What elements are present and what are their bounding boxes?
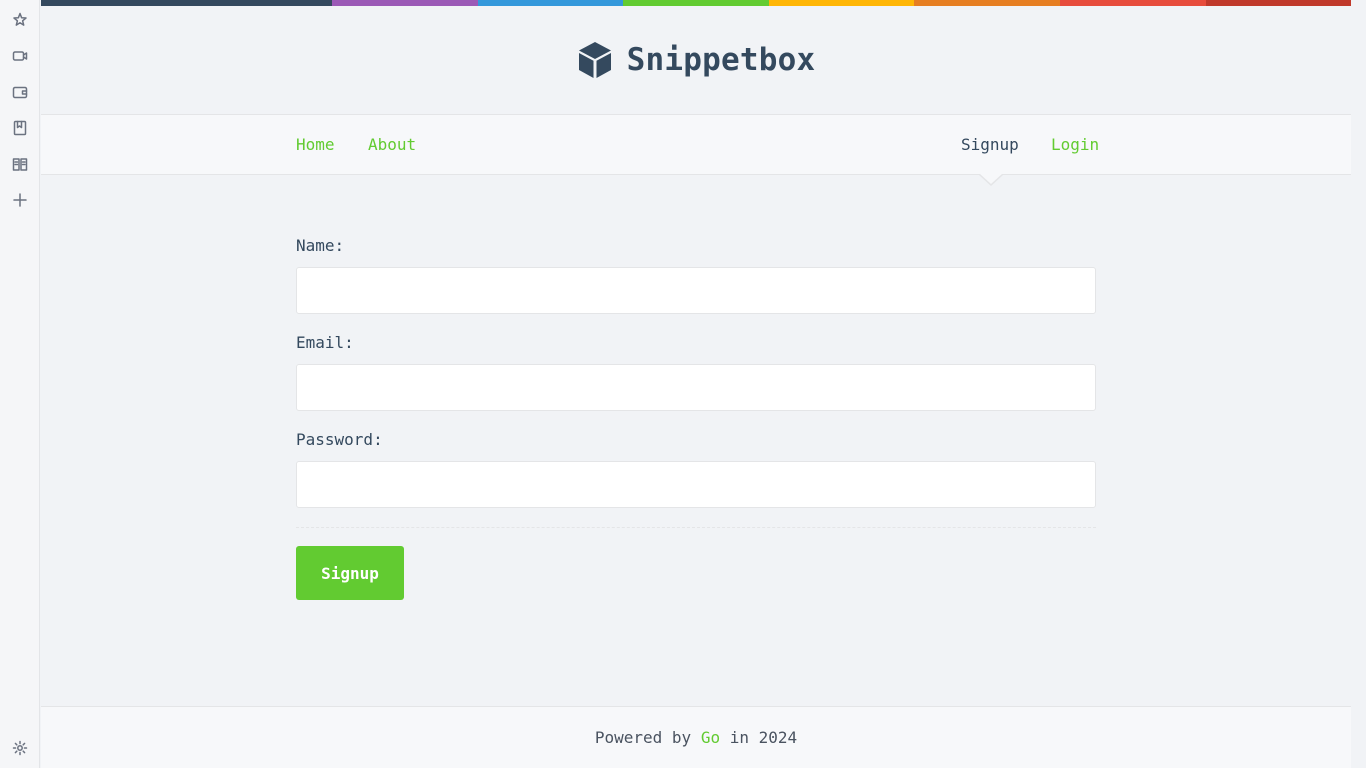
brand-title: Snippetbox [626,42,816,78]
name-field-group: Name: [296,236,1096,314]
password-label: Password: [296,430,383,449]
settings-icon[interactable] [10,738,30,758]
cube-logo-icon [578,42,611,78]
name-label: Name: [296,236,345,255]
wallet-icon[interactable] [10,82,30,102]
nav-signup[interactable]: Signup [961,135,1019,154]
browser-sidebar [0,0,40,768]
email-field-group: Email: [296,333,1096,411]
footer-suffix: in 2024 [720,728,798,747]
active-caret [980,174,1002,184]
footer: Powered by Go in 2024 [41,706,1351,768]
brand-link[interactable]: Snippetbox [577,41,816,79]
email-label: Email: [296,333,354,352]
header: Snippetbox [41,6,1351,114]
sparkle-icon[interactable] [10,10,30,30]
footer-go-link[interactable]: Go [701,728,720,747]
bookmark-icon[interactable] [10,118,30,138]
name-input[interactable] [296,267,1096,314]
nav-bar: Home About Signup Login [41,114,1351,186]
scrollbar[interactable] [1351,0,1366,768]
password-field-group: Password: [296,430,1096,508]
book-icon[interactable] [10,154,30,174]
signup-button[interactable]: Signup [296,546,404,600]
footer-prefix: Powered by [594,728,701,747]
nav-about[interactable]: About [368,135,416,154]
signup-form: Name: Email: Password: Signup [296,236,1096,600]
page: Snippetbox Home About Signup Login Name:… [41,0,1352,768]
plus-icon[interactable] [10,190,30,210]
email-input[interactable] [296,364,1096,411]
password-input[interactable] [296,461,1096,508]
video-icon[interactable] [10,46,30,66]
nav-home[interactable]: Home [296,135,335,154]
nav-login[interactable]: Login [1051,135,1099,154]
form-divider [296,527,1096,528]
